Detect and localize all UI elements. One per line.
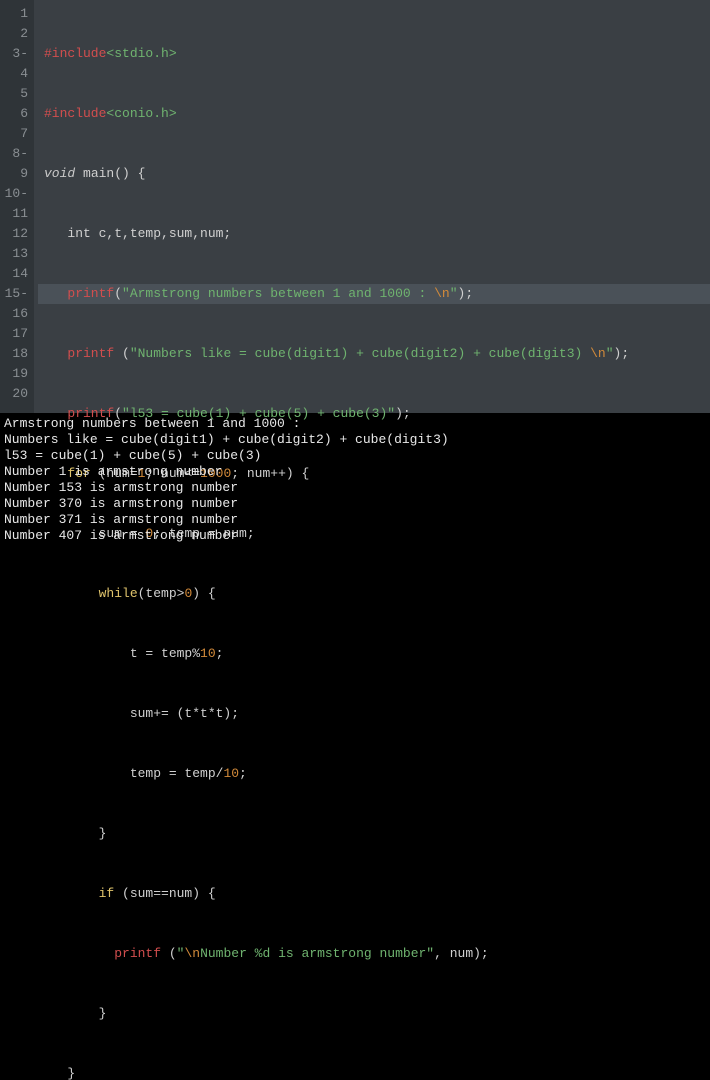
fold-icon: -: [20, 46, 28, 61]
code-line-highlighted: printf("Armstrong numbers between 1 and …: [38, 284, 710, 304]
line-number: 1: [4, 4, 28, 24]
line-number: 13: [4, 244, 28, 264]
line-number: 20: [4, 384, 28, 404]
line-number: 19: [4, 364, 28, 384]
line-number: 14: [4, 264, 28, 284]
line-number: 3-: [4, 44, 28, 64]
line-number: 5: [4, 84, 28, 104]
code-editor: 1 2 3- 4 5 6 7 8- 9 10- 11 12 13 14 15- …: [0, 0, 710, 413]
code-line: int c,t,temp,sum,num;: [38, 224, 710, 244]
line-number: 15-: [4, 284, 28, 304]
code-line: while(temp>0) {: [38, 584, 710, 604]
code-line: sum+= (t*t*t);: [38, 704, 710, 724]
line-number: 12: [4, 224, 28, 244]
fold-icon: -: [20, 286, 28, 301]
code-line: }: [38, 1004, 710, 1024]
code-line: }: [38, 1064, 710, 1080]
code-line: #include<conio.h>: [38, 104, 710, 124]
line-number-gutter: 1 2 3- 4 5 6 7 8- 9 10- 11 12 13 14 15- …: [0, 0, 34, 413]
line-number: 9: [4, 164, 28, 184]
code-line: temp = temp/10;: [38, 764, 710, 784]
code-line: if (sum==num) {: [38, 884, 710, 904]
line-number: 8-: [4, 144, 28, 164]
line-number: 7: [4, 124, 28, 144]
line-number: 2: [4, 24, 28, 44]
line-number: 6: [4, 104, 28, 124]
line-number: 17: [4, 324, 28, 344]
fold-icon: -: [20, 186, 28, 201]
line-number: 10-: [4, 184, 28, 204]
code-line: printf ("Numbers like = cube(digit1) + c…: [38, 344, 710, 364]
code-line: t = temp%10;: [38, 644, 710, 664]
line-number: 11: [4, 204, 28, 224]
line-number: 18: [4, 344, 28, 364]
code-line: void main() {: [38, 164, 710, 184]
code-line: #include<stdio.h>: [38, 44, 710, 64]
line-number: 16: [4, 304, 28, 324]
code-line: }: [38, 824, 710, 844]
code-area[interactable]: #include<stdio.h> #include<conio.h> void…: [34, 0, 710, 413]
fold-icon: -: [20, 146, 28, 161]
code-line: printf ("\nNumber %d is armstrong number…: [38, 944, 710, 964]
line-number: 4: [4, 64, 28, 84]
